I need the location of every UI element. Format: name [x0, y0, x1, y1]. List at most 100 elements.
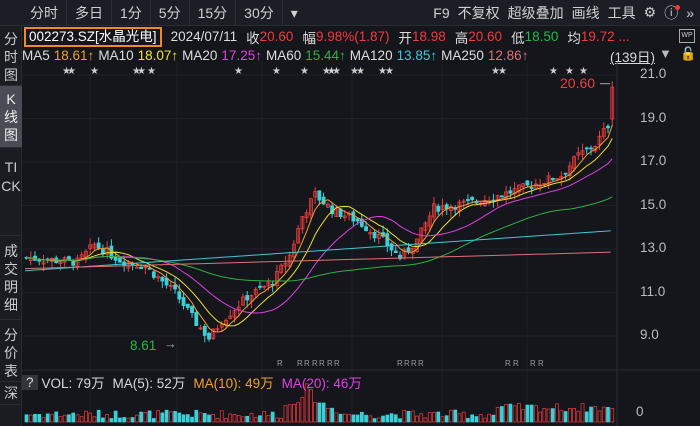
sidebar-fenshi[interactable]: 分时图 — [0, 26, 22, 86]
volume-bar — [563, 411, 568, 423]
candle — [147, 267, 152, 270]
help-icon[interactable]: ⓘ — [664, 3, 681, 23]
volume-bar — [317, 402, 322, 423]
volume-bar — [517, 403, 521, 423]
volume-bar — [236, 414, 241, 423]
volume-bar — [593, 406, 598, 423]
volume-bar — [555, 403, 559, 423]
candle — [372, 232, 377, 239]
volume-bar — [461, 411, 466, 423]
volume-bar — [118, 417, 122, 423]
stock-code[interactable]: 002273.SZ[水晶光电] — [24, 26, 162, 47]
ma-label: MA10 — [98, 47, 134, 63]
tab-5min[interactable]: 5分 — [151, 0, 190, 26]
volume-bar — [147, 410, 152, 423]
candle — [139, 266, 144, 270]
volume-bar — [534, 405, 538, 423]
candle — [589, 147, 593, 150]
volume-bar — [185, 414, 190, 423]
help-button[interactable]: ? — [22, 374, 38, 390]
volume-bar — [415, 415, 419, 423]
gear-icon[interactable]: ⚙ — [644, 4, 657, 21]
low-annotation: 8.61 — [130, 338, 157, 353]
volume-bar — [275, 417, 279, 423]
tab-30min[interactable]: 30分 — [236, 0, 283, 26]
volume-bar — [495, 407, 500, 423]
volume-bar — [330, 407, 334, 423]
r-marker: R — [312, 359, 318, 368]
candle — [389, 243, 394, 251]
high-value: 20.60 — [468, 29, 503, 44]
tab-15min[interactable]: 15分 — [190, 0, 237, 26]
volume-bar — [135, 414, 139, 423]
no-adjust-button[interactable]: 不复权 — [458, 3, 500, 23]
tab-1min[interactable]: 1分 — [112, 0, 151, 26]
quote-bar: 002273.SZ[水晶光电] 2024/07/11 收 20.60 幅 9.98%… — [22, 26, 630, 47]
sidebar-trades[interactable]: 成交明细 — [0, 236, 22, 320]
volume-bar — [321, 402, 326, 423]
candle — [151, 271, 156, 278]
signal-star: ★ — [90, 66, 99, 77]
r-marker: R — [411, 359, 417, 368]
volume-bar — [92, 416, 97, 423]
price-tick: 21.0 — [640, 66, 667, 81]
volume-bar — [245, 415, 250, 423]
wp-icon[interactable]: WP — [679, 29, 695, 43]
volume-bar — [406, 410, 411, 423]
lock-icon[interactable]: 🔓 — [680, 46, 696, 62]
low-value: 18.50 — [524, 29, 559, 44]
price-tick: 11.0 — [640, 283, 666, 299]
signal-star: ★ — [498, 66, 507, 77]
candle — [164, 278, 169, 286]
volume-bar — [351, 414, 356, 423]
sidebar-price-table[interactable]: 分价表 — [0, 320, 22, 382]
candle — [245, 295, 250, 301]
r-marker: R — [334, 359, 340, 368]
volume-bar — [474, 416, 479, 423]
volume-bar — [444, 415, 449, 423]
f9-button[interactable]: F9 — [433, 5, 449, 21]
sidebar-tick[interactable]: TICK — [0, 148, 22, 236]
signal-star: ★ — [549, 66, 558, 77]
tab-multiday[interactable]: 多日 — [67, 0, 112, 26]
draw-line-button[interactable]: 画线 — [572, 3, 600, 23]
volume-bar — [402, 410, 407, 423]
sidebar-kline[interactable]: K线图 — [0, 86, 22, 148]
candle — [317, 190, 322, 201]
volume-bar — [550, 408, 555, 423]
ma-label: MA5 — [22, 47, 50, 63]
period-dropdown[interactable]: ▾ — [283, 0, 306, 26]
volume-bar — [45, 413, 50, 423]
volume-bar — [470, 414, 475, 423]
volume-bar — [326, 407, 330, 423]
volume-bar — [584, 411, 589, 423]
signal-star: ★ — [67, 66, 76, 77]
volume-bar — [300, 396, 305, 423]
candle — [113, 256, 118, 261]
ma-value: 12.86↑ — [487, 47, 529, 63]
expand-icon[interactable]: » — [686, 5, 694, 21]
tab-fenshi[interactable]: 分时 — [22, 0, 67, 26]
open-label: 开 — [398, 30, 412, 46]
volume-bar — [287, 404, 292, 423]
ma-label: MA250 — [441, 47, 484, 63]
volume-bar — [232, 414, 237, 423]
candle — [202, 325, 207, 336]
volume-bar — [253, 417, 258, 423]
collapse-triangle-icon[interactable]: ▼ — [659, 46, 672, 61]
ma-value: 18.61↑ — [53, 47, 95, 63]
super-overlay-button[interactable]: 超级叠加 — [508, 3, 564, 23]
tools-button[interactable]: 工具 — [608, 3, 636, 23]
price-tick: 19.0 — [640, 109, 667, 125]
ma-line — [26, 138, 613, 327]
r-marker: R — [418, 359, 424, 368]
change-value: 9.98%(1.87) — [315, 29, 390, 44]
candle — [466, 199, 470, 201]
sidebar-deep[interactable]: 深 — [0, 382, 22, 405]
volume-bar — [597, 410, 602, 423]
volume-bar — [198, 412, 203, 423]
volume-bar — [487, 413, 492, 423]
r-marker: R — [505, 359, 511, 368]
volume-bar — [478, 414, 483, 423]
volume-bar — [423, 417, 428, 423]
